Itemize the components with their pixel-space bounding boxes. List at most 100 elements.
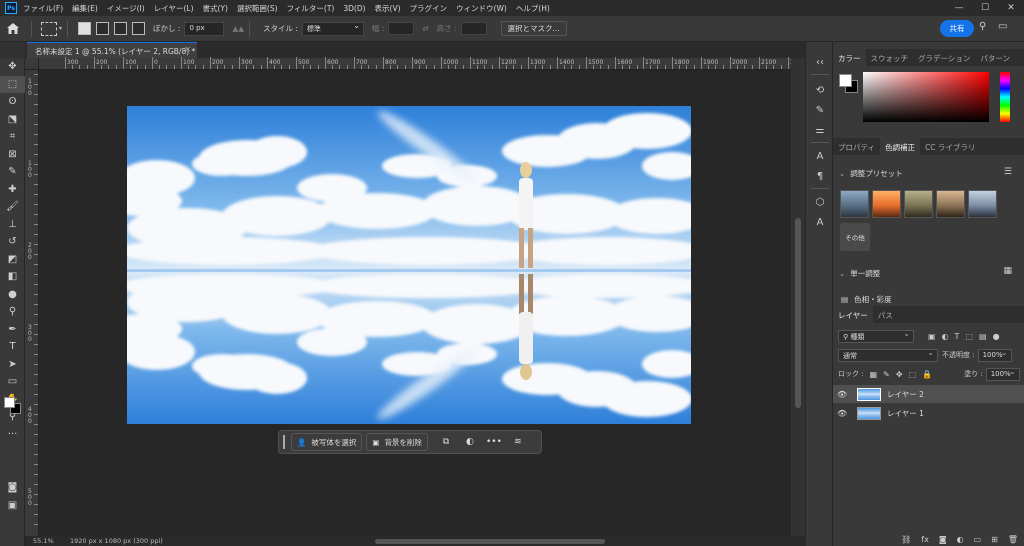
tab-cc-libraries[interactable]: CC ライブラリ xyxy=(920,138,980,155)
move-tool-icon[interactable]: ✥ xyxy=(0,58,25,76)
settings-icon[interactable]: ≋ xyxy=(508,433,528,451)
gradient-tool-icon[interactable]: ◧ xyxy=(0,268,25,286)
menu-plugins[interactable]: プラグイン xyxy=(410,3,448,14)
layer-row[interactable]: 👁 レイヤー 1 xyxy=(833,404,1024,422)
opacity-input[interactable]: 100% xyxy=(977,348,1012,362)
adjustment-icon[interactable]: ◐ xyxy=(957,535,964,544)
history-brush-tool-icon[interactable]: ↺ xyxy=(0,233,25,251)
fx-icon[interactable]: fx xyxy=(921,535,929,544)
path-selection-tool-icon[interactable]: ➤ xyxy=(0,356,25,374)
fill-input[interactable]: 100% xyxy=(985,367,1020,381)
presets-more-button[interactable]: その他 xyxy=(840,223,870,251)
adjustment-filter-icon[interactable]: ◐ xyxy=(942,332,949,341)
folder-icon[interactable]: ▭ xyxy=(974,535,982,544)
menu-select[interactable]: 選択範囲(S) xyxy=(237,3,278,14)
preset-thumbnail[interactable] xyxy=(904,190,933,218)
type-filter-icon[interactable]: T xyxy=(955,332,960,341)
add-selection-icon[interactable] xyxy=(96,22,110,35)
brush-tool-icon[interactable]: 🖌 xyxy=(0,198,25,216)
lasso-tool-icon[interactable]: ʘ xyxy=(0,93,25,111)
shape-filter-icon[interactable]: ⬚ xyxy=(965,332,973,341)
document-info[interactable]: 1920 px x 1080 px (300 ppi) xyxy=(70,537,163,545)
tab-swatches[interactable]: スウォッチ xyxy=(866,49,914,66)
home-icon[interactable] xyxy=(0,16,26,42)
layer-name[interactable]: レイヤー 1 xyxy=(887,408,924,419)
width-input[interactable] xyxy=(388,22,415,35)
filter-toggle-icon[interactable]: ● xyxy=(993,332,1000,341)
character-panel-icon[interactable]: A xyxy=(806,148,834,164)
select-subject-button[interactable]: 👤 被写体を選択 xyxy=(291,433,363,451)
frame-tool-icon[interactable]: ⊠ xyxy=(0,146,25,164)
document-tab[interactable]: 名称未設定 1 @ 55.1% (レイヤー 2, RGB/8) * ✕ xyxy=(27,42,197,58)
layer-kind-filter[interactable]: ⚲ 種類 xyxy=(838,329,914,343)
menu-type[interactable]: 書式(Y) xyxy=(203,3,228,14)
select-and-mask-button[interactable]: 選択とマスク... xyxy=(500,21,567,36)
transform-icon[interactable]: ⧉ xyxy=(436,433,456,451)
maximize-button[interactable]: ☐ xyxy=(972,0,998,16)
menu-filter[interactable]: フィルター(T) xyxy=(287,3,335,14)
lock-all-icon[interactable]: 🔒 xyxy=(922,370,932,379)
trash-icon[interactable]: 🗑 xyxy=(1008,535,1018,544)
tab-gradients[interactable]: グラデーション xyxy=(913,49,975,66)
lock-pixels-icon[interactable]: ✎ xyxy=(883,370,890,379)
lock-position-icon[interactable]: ✥ xyxy=(896,370,903,379)
eyedropper-tool-icon[interactable]: ✎ xyxy=(0,163,25,181)
preset-thumbnail[interactable] xyxy=(872,190,901,218)
remove-background-button[interactable]: ▣ 背景を削除 xyxy=(366,433,428,451)
zoom-level[interactable]: 55.1% xyxy=(33,537,54,545)
more-options-button[interactable]: ••• xyxy=(484,433,504,451)
hue-saturation-item[interactable]: ▤ 色相・彩度 xyxy=(841,294,892,305)
preset-thumbnail[interactable] xyxy=(936,190,965,218)
marquee-preset-icon[interactable] xyxy=(41,21,57,36)
rectangle-tool-icon[interactable]: ▭ xyxy=(0,373,25,391)
style-select[interactable]: 標準 xyxy=(301,21,364,36)
dodge-tool-icon[interactable]: ⚲ xyxy=(0,303,25,321)
healing-brush-tool-icon[interactable]: ✚ xyxy=(0,181,25,199)
feather-input[interactable]: 0 px xyxy=(184,21,225,36)
menu-help[interactable]: ヘルプ(H) xyxy=(516,3,550,14)
visibility-eye-icon[interactable]: 👁 xyxy=(837,390,851,399)
adjustments-slider-icon[interactable]: ⚌ xyxy=(806,122,834,138)
type-tool-icon[interactable]: T xyxy=(0,338,25,356)
smart-object-filter-icon[interactable]: ▤ xyxy=(979,332,987,341)
drag-handle[interactable] xyxy=(283,435,285,449)
object-selection-tool-icon[interactable]: ⬔ xyxy=(0,111,25,129)
tab-properties[interactable]: プロパティ xyxy=(833,138,880,155)
shapes-panel-icon[interactable]: ⬡ xyxy=(806,194,834,210)
blend-mode-select[interactable]: 通常 xyxy=(838,348,938,362)
tab-layers[interactable]: レイヤー xyxy=(833,306,873,323)
crop-tool-icon[interactable]: ⌗ xyxy=(0,128,25,146)
pen-tool-icon[interactable]: ✒ xyxy=(0,321,25,339)
layer-row[interactable]: 👁 レイヤー 2 xyxy=(833,385,1024,403)
intersect-selection-icon[interactable] xyxy=(132,22,146,35)
preset-thumbnail[interactable] xyxy=(840,190,869,218)
blur-tool-icon[interactable]: ● xyxy=(0,286,25,304)
grid-view-icon[interactable]: ▦ xyxy=(1003,266,1012,276)
new-layer-icon[interactable]: ⊞ xyxy=(991,535,998,544)
single-adjustments-header[interactable]: ⌄ 単一調整 xyxy=(839,268,880,279)
pixel-filter-icon[interactable]: ▣ xyxy=(928,332,936,341)
edit-toolbar-icon[interactable]: ··· xyxy=(0,426,25,444)
rectangular-marquee-tool-icon[interactable]: ⬚ xyxy=(0,75,25,93)
swap-icon[interactable]: ⇄ xyxy=(422,24,428,33)
lock-artboard-icon[interactable]: ⬚ xyxy=(909,370,917,379)
link-icon[interactable]: ⛓ xyxy=(901,535,911,544)
menu-image[interactable]: イメージ(I) xyxy=(107,3,145,14)
clone-stamp-tool-icon[interactable]: ⊥ xyxy=(0,216,25,234)
tab-color[interactable]: カラー xyxy=(833,49,866,66)
screen-mode-icon[interactable]: ▣ xyxy=(0,497,25,515)
height-input[interactable] xyxy=(460,22,487,35)
menu-window[interactable]: ウィンドウ(W) xyxy=(456,3,507,14)
minimize-button[interactable]: — xyxy=(946,0,972,16)
paragraph-panel-icon[interactable]: ¶ xyxy=(806,168,834,184)
menu-file[interactable]: ファイル(F) xyxy=(23,3,63,14)
mask-icon[interactable]: ◙ xyxy=(939,535,947,544)
adjustment-presets-header[interactable]: ⌄ 調整プリセット xyxy=(839,168,903,179)
lock-transparency-icon[interactable]: ▦ xyxy=(870,370,878,379)
color-swatches[interactable] xyxy=(0,443,25,479)
close-window-button[interactable]: ✕ xyxy=(998,0,1024,16)
tab-patterns[interactable]: パターン xyxy=(975,49,1015,66)
menu-edit[interactable]: 編集(E) xyxy=(72,3,98,14)
share-button[interactable]: 共有 xyxy=(940,20,974,37)
layer-name[interactable]: レイヤー 2 xyxy=(887,389,924,400)
